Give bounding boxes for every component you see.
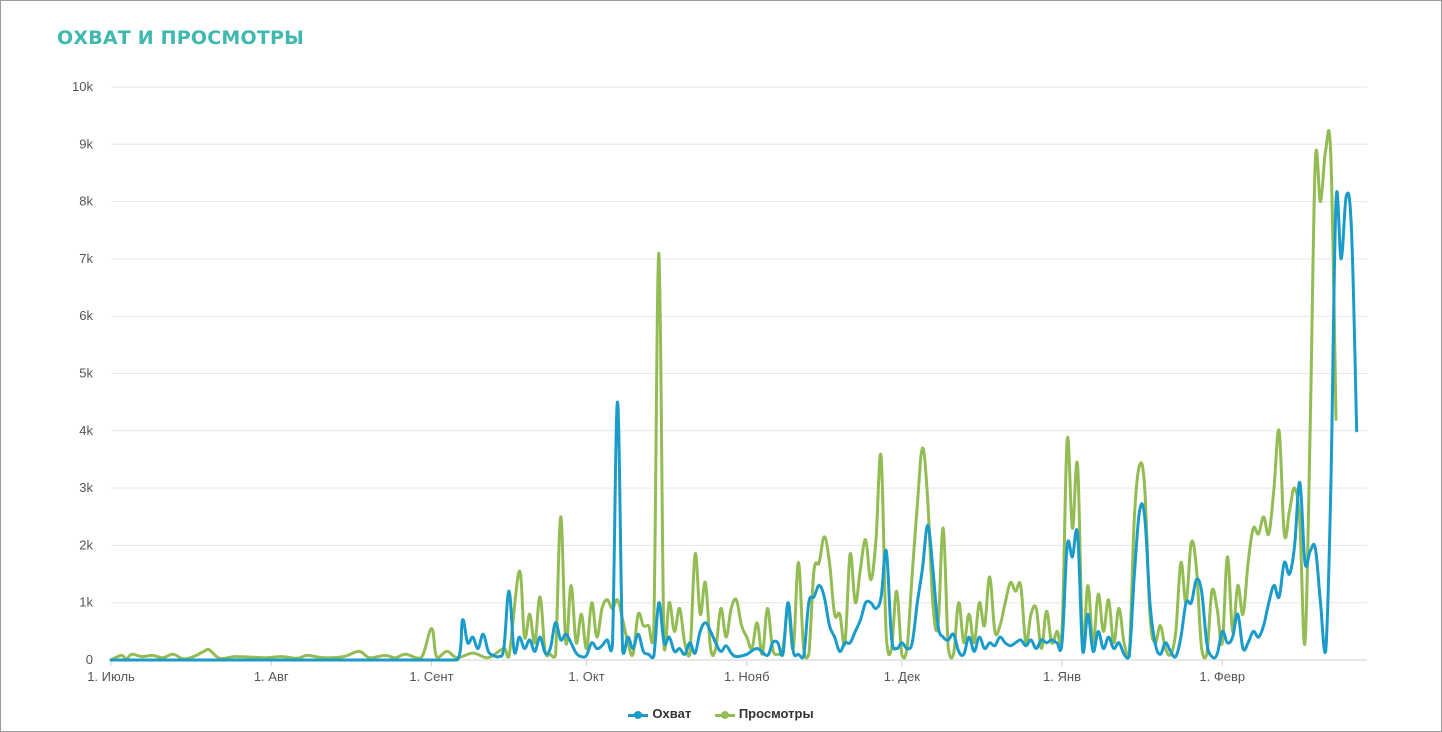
y-tick-label: 0 [86, 652, 93, 667]
y-tick-label: 6k [79, 308, 93, 323]
x-tick-label: 1. Сент [409, 669, 453, 684]
x-axis: 1. Июль 1. Авг 1. Сент 1. Окт 1. Нояб 1. Дек 1… [87, 660, 1245, 684]
y-axis: 0 1k 2k 3k 4k 5k 6k 7k 8k 9k 10k [72, 79, 93, 667]
legend: Охват Просмотры [0, 706, 1442, 721]
legend-label-views: Просмотры [738, 706, 814, 721]
chart-area: 0 1k 2k 3k 4k 5k 6k 7k 8k 9k 10k 1. Июль 1. Авг 1. С… [72, 79, 1367, 684]
legend-item-views[interactable]: Просмотры [714, 706, 814, 721]
series-lines [109, 128, 1359, 662]
x-tick-label: 1. Дек [884, 669, 920, 684]
x-tick-label: 1. Авг [254, 669, 289, 684]
y-tick-label: 3k [79, 480, 93, 495]
y-tick-label: 5k [79, 366, 93, 381]
y-tick-label: 8k [79, 194, 93, 209]
legend-label-reach: Охват [652, 706, 692, 721]
y-tick-label: 4k [79, 423, 93, 438]
y-tick-label: 1k [79, 595, 93, 610]
x-tick-label: 1. Июль [87, 669, 135, 684]
x-tick-label: 1. Окт [568, 669, 604, 684]
x-tick-label: 1. Февр [1199, 669, 1245, 684]
legend-item-reach[interactable]: Охват [628, 706, 691, 721]
legend-swatch-reach [628, 710, 649, 720]
y-tick-label: 10k [72, 79, 93, 94]
x-tick-label: 1. Нояб [724, 669, 770, 684]
y-tick-label: 7k [79, 251, 93, 266]
y-tick-label: 2k [79, 537, 93, 552]
x-tick-label: 1. Янв [1043, 669, 1081, 684]
series-line-views [109, 128, 1338, 662]
y-tick-label: 9k [79, 136, 93, 151]
legend-swatch-views [714, 710, 735, 720]
series-line-reach [109, 190, 1359, 662]
